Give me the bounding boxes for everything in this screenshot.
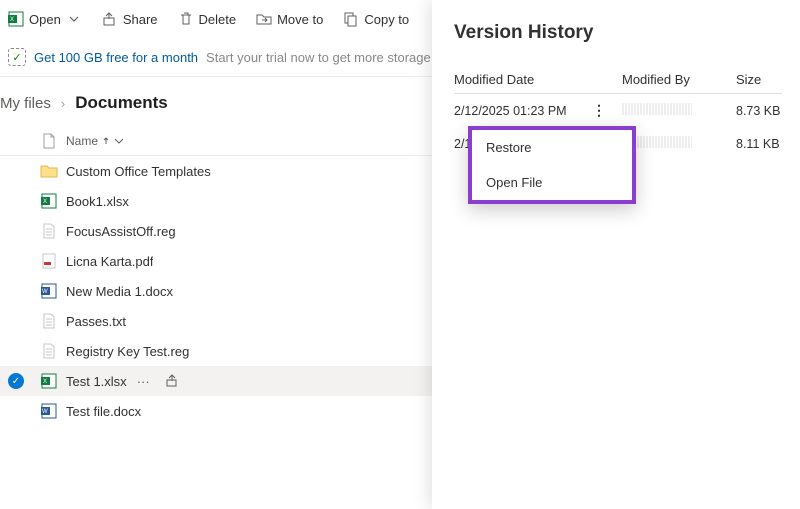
xlsx-icon: X: [32, 373, 66, 389]
chevron-down-icon: [66, 11, 82, 27]
breadcrumb-current: Documents: [75, 93, 168, 113]
vh-date-header[interactable]: Modified Date: [454, 72, 622, 87]
open-label: Open: [29, 12, 61, 27]
svg-text:X: X: [43, 199, 47, 205]
version-context-menu: Restore Open File: [468, 126, 636, 204]
chevron-right-icon: ›: [61, 96, 65, 111]
share-button[interactable]: Share: [94, 6, 166, 32]
delete-label: Delete: [199, 12, 237, 27]
file-name[interactable]: Licna Karta.pdf: [66, 254, 153, 269]
breadcrumb-parent[interactable]: My files: [0, 95, 51, 112]
file-icon-header[interactable]: [32, 133, 66, 149]
menu-open-file[interactable]: Open File: [472, 165, 632, 200]
moveto-icon: [256, 11, 272, 27]
version-size: 8.11 KB: [736, 137, 782, 151]
reg-icon: [32, 343, 66, 359]
version-more-icon[interactable]: ⋮: [592, 102, 605, 119]
version-size: 8.73 KB: [736, 104, 782, 118]
row-share-icon[interactable]: [160, 374, 186, 388]
xlsx-icon: X: [32, 193, 66, 209]
moveto-label: Move to: [277, 12, 323, 27]
excel-icon: X: [8, 11, 24, 27]
svg-text:X: X: [10, 17, 14, 23]
delete-icon: [178, 11, 194, 27]
copyto-label: Copy to: [364, 12, 409, 27]
more-button[interactable]: ···: [131, 374, 156, 389]
sort-up-icon: [102, 137, 110, 145]
vh-by-header[interactable]: Modified By: [622, 72, 736, 87]
file-name[interactable]: Custom Office Templates: [66, 164, 211, 179]
file-name[interactable]: New Media 1.docx: [66, 284, 173, 299]
svg-text:W: W: [42, 289, 48, 295]
file-name[interactable]: Registry Key Test.reg: [66, 344, 189, 359]
docx-icon: W: [32, 403, 66, 419]
file-name[interactable]: Book1.xlsx: [66, 194, 129, 209]
copyto-icon: [343, 11, 359, 27]
txt-icon: [32, 313, 66, 329]
copyto-button[interactable]: Copy to: [335, 6, 417, 32]
checkmark-icon[interactable]: ✓: [8, 373, 24, 389]
version-by: [622, 136, 736, 151]
file-name[interactable]: FocusAssistOff.reg: [66, 224, 176, 239]
moveto-button[interactable]: Move to: [248, 6, 331, 32]
svg-text:W: W: [42, 409, 48, 415]
version-history-header: Modified Date Modified By Size: [454, 72, 782, 94]
panel-title: Version History: [454, 22, 782, 44]
share-label: Share: [123, 12, 158, 27]
folder-icon: [32, 163, 66, 179]
version-by: [622, 103, 736, 118]
banner-primary[interactable]: Get 100 GB free for a month: [34, 50, 198, 65]
chevron-down-icon: [114, 136, 124, 146]
share-icon: [102, 11, 118, 27]
file-name[interactable]: Test 1.xlsx: [66, 374, 127, 389]
delete-button[interactable]: Delete: [170, 6, 245, 32]
version-history-panel: Version History Modified Date Modified B…: [432, 0, 800, 509]
reg-icon: [32, 223, 66, 239]
version-row[interactable]: 2/12/2025 01:23 PM⋮8.73 KB: [454, 94, 782, 127]
gift-icon: ✓: [8, 48, 26, 66]
file-name[interactable]: Test file.docx: [66, 404, 141, 419]
file-name[interactable]: Passes.txt: [66, 314, 126, 329]
pdf-icon: [32, 253, 66, 269]
open-button[interactable]: X Open: [0, 6, 90, 32]
vh-size-header[interactable]: Size: [736, 72, 782, 87]
docx-icon: W: [32, 283, 66, 299]
menu-restore[interactable]: Restore: [472, 130, 632, 165]
svg-text:X: X: [43, 379, 47, 385]
